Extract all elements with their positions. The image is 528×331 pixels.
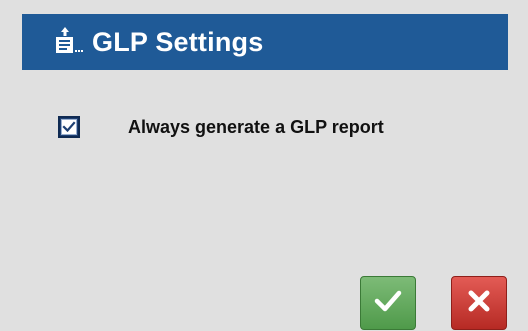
close-icon — [467, 289, 491, 318]
ok-button[interactable] — [360, 276, 416, 330]
cancel-button[interactable] — [451, 276, 507, 330]
export-document-icon — [50, 25, 84, 59]
checkmark-icon — [61, 119, 77, 135]
glp-settings-dialog: GLP Settings Always generate a GLP repor… — [0, 0, 528, 331]
checkmark-icon — [373, 288, 403, 319]
option-label: Always generate a GLP report — [128, 116, 384, 137]
dialog-title: GLP Settings — [92, 26, 264, 57]
always-generate-report-checkbox[interactable] — [58, 116, 80, 138]
dialog-titlebar: GLP Settings — [22, 14, 508, 70]
always-generate-report-option[interactable]: Always generate a GLP report — [58, 116, 384, 138]
